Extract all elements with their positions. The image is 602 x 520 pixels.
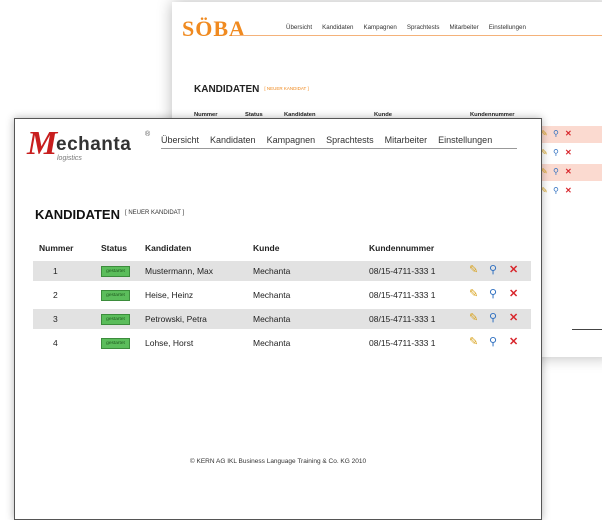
pencil-icon[interactable]: ✎ [469, 264, 478, 276]
pencil-icon[interactable]: ✎ [469, 336, 478, 348]
nav-kampagnen[interactable]: Kampagnen [363, 24, 396, 31]
nav-kandidaten[interactable]: Kandidaten [210, 135, 256, 145]
close-icon[interactable]: ✕ [509, 336, 518, 348]
header-rule [232, 35, 602, 36]
magnifier-icon[interactable]: ⚲ [489, 312, 497, 324]
background-row: ✎ ⚲ ✕ [539, 126, 602, 143]
table-row: 2 gestartet Heise, Heinz Mechanta 08/15-… [33, 285, 531, 305]
registered-mark: ® [145, 131, 151, 138]
cell-kandidat[interactable]: Heise, Heinz [145, 290, 193, 300]
logo-wordmark: echanta [56, 134, 132, 155]
nav-ubersicht[interactable]: Übersicht [161, 135, 199, 145]
cell-kunde: Mechanta [253, 314, 291, 324]
background-new-candidate[interactable]: [ NEUER KANDIDAT ] [264, 86, 308, 91]
new-candidate-link[interactable]: [ NEUER KANDIDAT ] [125, 210, 184, 216]
cell-nummer: 2 [53, 290, 58, 300]
pencil-icon[interactable]: ✎ [541, 148, 548, 157]
magnifier-icon[interactable]: ⚲ [553, 186, 559, 195]
background-row: ✎ ⚲ ✕ [539, 164, 602, 181]
nav-kampagnen[interactable]: Kampagnen [267, 135, 316, 145]
close-icon[interactable]: ✕ [565, 129, 572, 138]
column-header-status: Status [101, 243, 127, 253]
pencil-icon[interactable]: ✎ [469, 312, 478, 324]
pencil-icon[interactable]: ✎ [541, 129, 548, 138]
nav-ubersicht[interactable]: Übersicht [286, 24, 312, 31]
cell-kundennummer: 08/15-4711-333 1 [369, 290, 436, 300]
table-row: 4 gestartet Lohse, Horst Mechanta 08/15-… [33, 333, 531, 353]
main-nav: Übersicht Kandidaten Kampagnen Sprachtes… [161, 135, 492, 145]
nav-sprachtests[interactable]: Sprachtests [326, 135, 374, 145]
cell-nummer: 1 [53, 266, 58, 276]
background-row: ✎ ⚲ ✕ [539, 183, 602, 200]
nav-sprachtests[interactable]: Sprachtests [407, 24, 440, 31]
nav-divider [161, 148, 517, 149]
status-badge: gestartet [101, 338, 130, 349]
column-header-nummer: Nummer [39, 243, 74, 253]
magnifier-icon[interactable]: ⚲ [489, 336, 497, 348]
magnifier-icon[interactable]: ⚲ [553, 129, 559, 138]
background-title-text: KANDIDATEN [194, 84, 260, 95]
table-row: 3 gestartet Petrowski, Petra Mechanta 08… [33, 309, 531, 329]
background-row: ✎ ⚲ ✕ [539, 145, 602, 162]
nav-mitarbeiter[interactable]: Mitarbeiter [385, 135, 428, 145]
cell-kandidat[interactable]: Petrowski, Petra [145, 314, 207, 324]
magnifier-icon[interactable]: ⚲ [553, 167, 559, 176]
cell-kundennummer: 08/15-4711-333 1 [369, 314, 436, 324]
close-icon[interactable]: ✕ [565, 167, 572, 176]
nav-mitarbeiter[interactable]: Mitarbeiter [450, 24, 479, 31]
magnifier-icon[interactable]: ⚲ [553, 148, 559, 157]
pencil-icon[interactable]: ✎ [469, 288, 478, 300]
close-icon[interactable]: ✕ [509, 288, 518, 300]
background-page-title: KANDIDATEN [ NEUER KANDIDAT ] [194, 84, 309, 95]
cell-nummer: 4 [53, 338, 58, 348]
close-icon[interactable]: ✕ [565, 148, 572, 157]
cell-kunde: Mechanta [253, 338, 291, 348]
column-header-kandidaten: Kandidaten [145, 243, 192, 253]
pencil-icon[interactable]: ✎ [541, 186, 548, 195]
nav-einstellungen[interactable]: Einstellungen [489, 24, 526, 31]
main-window: M echanta ® logistics Übersicht Kandidat… [14, 118, 542, 520]
column-header-kundennummer: Kundennummer [369, 243, 435, 253]
page-title: KANDIDATEN [35, 207, 120, 222]
pencil-icon[interactable]: ✎ [541, 167, 548, 176]
divider [572, 329, 602, 330]
background-nav: Übersicht Kandidaten Kampagnen Sprachtes… [286, 24, 526, 31]
magnifier-icon[interactable]: ⚲ [489, 288, 497, 300]
table-row: 1 gestartet Mustermann, Max Mechanta 08/… [33, 261, 531, 281]
cell-kundennummer: 08/15-4711-333 1 [369, 338, 436, 348]
cell-kandidat[interactable]: Mustermann, Max [145, 266, 213, 276]
close-icon[interactable]: ✕ [509, 312, 518, 324]
cell-nummer: 3 [53, 314, 58, 324]
cell-kundennummer: 08/15-4711-333 1 [369, 266, 436, 276]
nav-einstellungen[interactable]: Einstellungen [438, 135, 492, 145]
status-badge: gestartet [101, 290, 130, 301]
cell-kandidat[interactable]: Lohse, Horst [145, 338, 193, 348]
status-badge: gestartet [101, 314, 130, 325]
cell-kunde: Mechanta [253, 290, 291, 300]
status-badge: gestartet [101, 266, 130, 277]
footer-copyright: © KERN AG IKL Business Language Training… [189, 458, 367, 465]
close-icon[interactable]: ✕ [509, 264, 518, 276]
close-icon[interactable]: ✕ [565, 186, 572, 195]
nav-kandidaten[interactable]: Kandidaten [322, 24, 353, 31]
logo-tagline: logistics [57, 155, 82, 162]
column-header-kunde: Kunde [253, 243, 280, 253]
soba-logo: SÖBA [182, 16, 246, 41]
cell-kunde: Mechanta [253, 266, 291, 276]
logo-initial: M [27, 125, 58, 162]
magnifier-icon[interactable]: ⚲ [489, 264, 497, 276]
